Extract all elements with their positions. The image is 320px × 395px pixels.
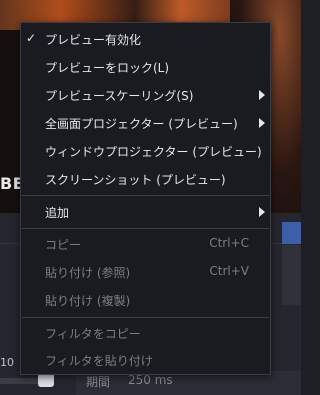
menu-item-preview-scaling[interactable]: プレビュースケーリング(S) — [22, 82, 269, 108]
menu-item-label: プレビューをロック(L) — [45, 61, 170, 75]
menu-item-label: 貼り付け (参照) — [45, 266, 131, 280]
menu-item-shortcut: Ctrl+V — [209, 264, 249, 278]
menu-item-label: フィルタを貼り付け — [45, 354, 153, 368]
menu-item-paste-reference[interactable]: 貼り付け (参照) Ctrl+V — [22, 259, 269, 285]
menu-item-label: スクリーンショット (プレビュー) — [45, 173, 226, 187]
menu-item-copy[interactable]: コピー Ctrl+C — [22, 231, 269, 257]
submenu-arrow-icon — [259, 118, 265, 128]
menu-item-label: プレビュースケーリング(S) — [45, 89, 194, 103]
duration-label: 期間 — [86, 375, 111, 389]
menu-separator — [22, 195, 269, 196]
app-window: BEN 10 期間 250 ms ✓ プレビュー有効化 プレビューをロック(L)… — [0, 0, 301, 395]
menu-item-label: 全画面プロジェクター (プレビュー) — [45, 117, 238, 131]
menu-separator — [22, 228, 269, 229]
context-menu: ✓ プレビュー有効化 プレビューをロック(L) プレビュースケーリング(S) 全… — [20, 22, 271, 375]
slider-value: 10 — [0, 356, 14, 369]
menu-item-lock-preview[interactable]: プレビューをロック(L) — [22, 54, 269, 80]
side-button-active[interactable] — [282, 222, 301, 244]
menu-item-fullscreen-projector[interactable]: 全画面プロジェクター (プレビュー) — [22, 110, 269, 136]
checkmark-icon: ✓ — [26, 31, 37, 45]
menu-item-label: 追加 — [45, 206, 70, 220]
slider-track[interactable] — [0, 378, 40, 384]
menu-item-paste-filters[interactable]: フィルタを貼り付け — [22, 347, 269, 373]
menu-item-label: 貼り付け (複製) — [45, 294, 131, 308]
menu-item-screenshot[interactable]: スクリーンショット (プレビュー) — [22, 166, 269, 192]
menu-item-enable-preview[interactable]: ✓ プレビュー有効化 — [22, 26, 269, 52]
menu-item-label: フィルタをコピー — [45, 327, 141, 341]
menu-item-add[interactable]: 追加 — [22, 199, 269, 225]
menu-item-window-projector[interactable]: ウィンドウプロジェクター (プレビュー) — [22, 138, 269, 164]
menu-item-copy-filters[interactable]: フィルタをコピー — [22, 320, 269, 346]
side-button[interactable] — [282, 245, 301, 305]
menu-separator — [22, 317, 269, 318]
submenu-arrow-icon — [259, 207, 265, 217]
menu-item-label: プレビュー有効化 — [45, 33, 142, 47]
menu-item-label: ウィンドウプロジェクター (プレビュー) — [45, 145, 262, 159]
menu-item-paste-duplicate[interactable]: 貼り付け (複製) — [22, 287, 269, 313]
slider-handle[interactable] — [38, 373, 54, 387]
duration-value: 250 ms — [128, 373, 173, 387]
submenu-arrow-icon — [259, 90, 265, 100]
menu-item-shortcut: Ctrl+C — [209, 236, 249, 250]
menu-item-label: コピー — [45, 238, 82, 252]
